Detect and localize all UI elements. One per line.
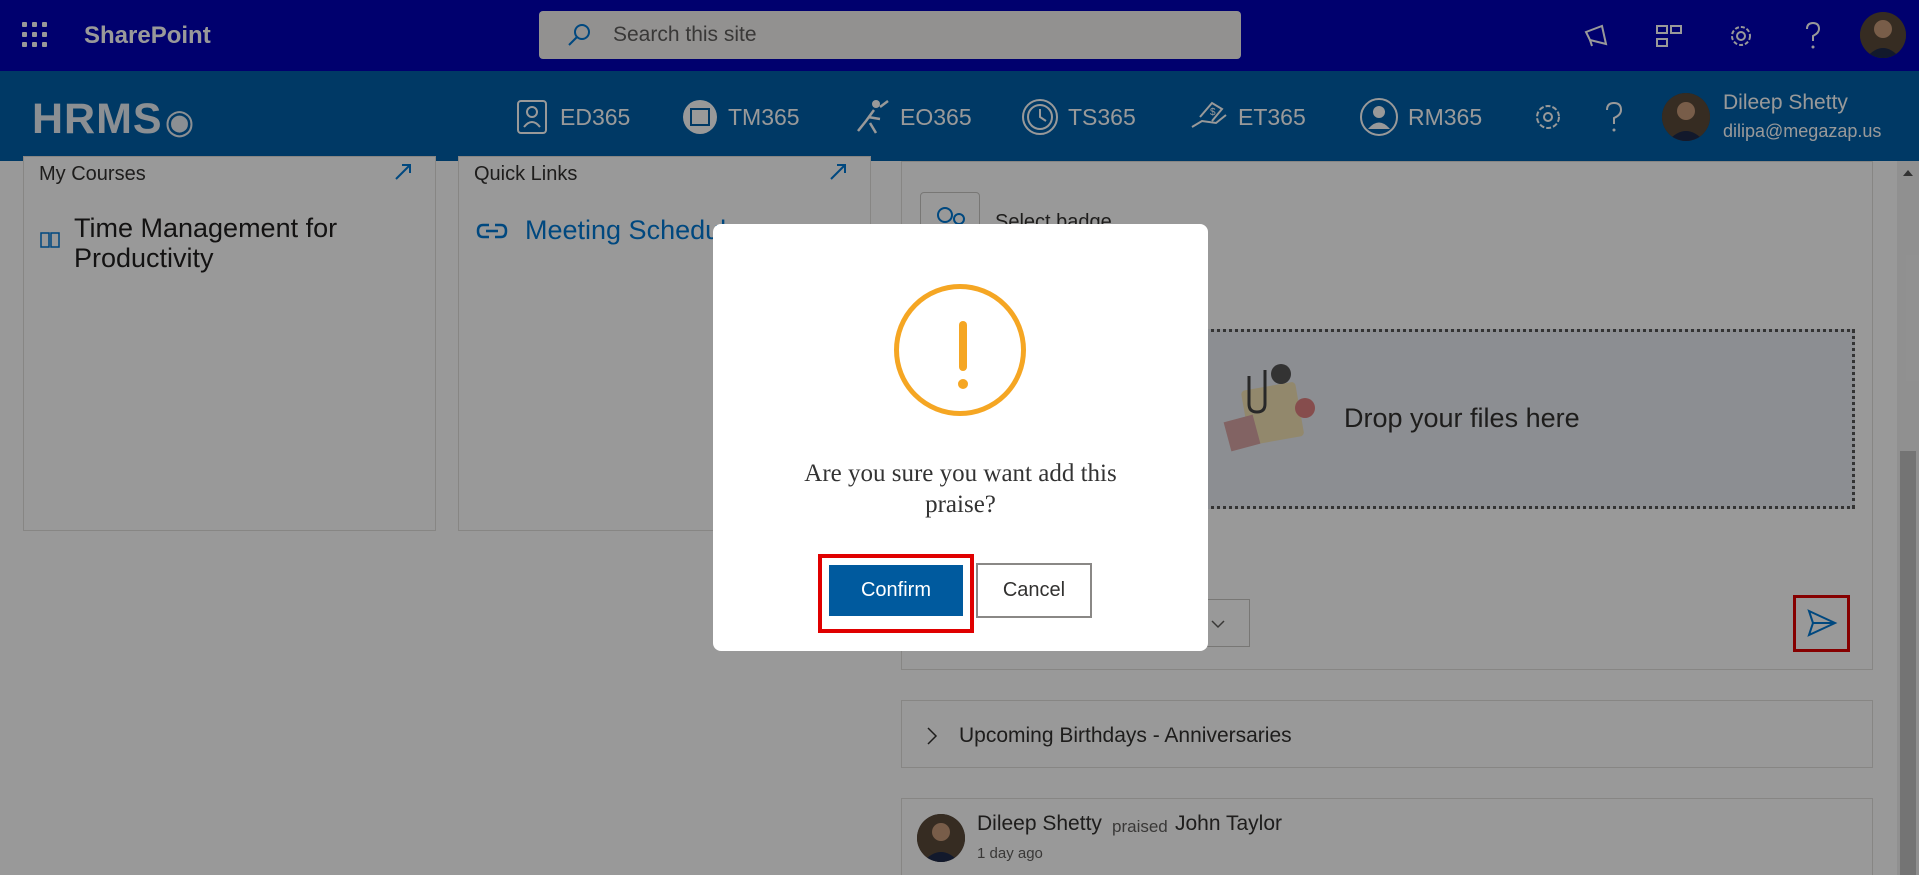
confirm-button[interactable]: Confirm — [829, 565, 963, 616]
confirm-dialog: Are you sure you want add this praise? C… — [713, 224, 1208, 651]
warning-icon — [894, 284, 1026, 416]
dialog-message: Are you sure you want add this praise? — [804, 460, 1117, 518]
cancel-button[interactable]: Cancel — [976, 563, 1092, 618]
